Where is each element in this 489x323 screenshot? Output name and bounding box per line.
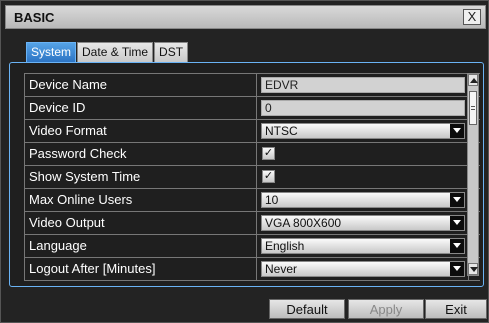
device-id-input[interactable]: 0 <box>261 100 465 116</box>
tab-system[interactable]: System <box>26 42 77 62</box>
logout-after-select[interactable]: Never <box>261 261 465 277</box>
chevron-down-icon[interactable] <box>450 193 464 207</box>
video-format-value: NTSC <box>265 124 298 138</box>
arrow-down-icon[interactable] <box>468 263 478 275</box>
row-video-format: Video Format NTSC <box>25 120 480 143</box>
chevron-down-icon[interactable] <box>450 262 464 276</box>
device-name-label: Device Name <box>25 74 257 96</box>
video-output-value: VGA 800X600 <box>265 216 342 230</box>
max-online-users-value: 10 <box>265 193 279 207</box>
settings-panel: Device Name EDVR Device ID 0 Video Forma… <box>9 62 484 287</box>
language-value: English <box>265 239 305 253</box>
arrow-up-icon[interactable] <box>468 74 478 86</box>
chevron-down-icon[interactable] <box>450 239 464 253</box>
max-online-users-label: Max Online Users <box>25 189 257 211</box>
logout-after-label: Logout After [Minutes] <box>25 258 257 280</box>
video-format-label: Video Format <box>25 120 257 142</box>
password-check-checkbox[interactable]: ✓ <box>262 147 275 160</box>
show-system-time-label: Show System Time <box>25 166 257 188</box>
close-button[interactable]: X <box>463 9 481 25</box>
default-button[interactable]: Default <box>269 299 345 319</box>
settings-table: Device Name EDVR Device ID 0 Video Forma… <box>24 73 480 281</box>
tab-date-time[interactable]: Date & Time <box>77 42 154 62</box>
title-bar: BASIC X <box>5 5 486 29</box>
close-icon: X <box>467 9 477 24</box>
window-title: BASIC <box>14 10 55 25</box>
device-id-label: Device ID <box>25 97 257 119</box>
scroll-thumb[interactable] <box>469 91 477 125</box>
row-logout-after: Logout After [Minutes] Never <box>25 258 480 281</box>
logout-after-value: Never <box>265 262 298 276</box>
chevron-down-icon[interactable] <box>450 124 464 138</box>
row-device-name: Device Name EDVR <box>25 74 480 97</box>
row-language: Language English <box>25 235 480 258</box>
row-device-id: Device ID 0 <box>25 97 480 120</box>
chevron-down-icon[interactable] <box>450 216 464 230</box>
device-name-input[interactable]: EDVR <box>261 77 465 93</box>
language-select[interactable]: English <box>261 238 465 254</box>
video-format-select[interactable]: NTSC <box>261 123 465 139</box>
max-online-users-select[interactable]: 10 <box>261 192 465 208</box>
video-output-select[interactable]: VGA 800X600 <box>261 215 465 231</box>
row-video-output: Video Output VGA 800X600 <box>25 212 480 235</box>
exit-button[interactable]: Exit <box>425 299 487 319</box>
tab-dst[interactable]: DST <box>154 42 189 62</box>
row-show-system-time: Show System Time ✓ <box>25 166 480 189</box>
row-password-check: Password Check ✓ <box>25 143 480 166</box>
password-check-label: Password Check <box>25 143 257 165</box>
apply-button[interactable]: Apply <box>348 299 424 319</box>
show-system-time-checkbox[interactable]: ✓ <box>262 170 275 183</box>
video-output-label: Video Output <box>25 212 257 234</box>
row-max-online-users: Max Online Users 10 <box>25 189 480 212</box>
tab-bar: System Date & Time DST <box>26 42 189 62</box>
language-label: Language <box>25 235 257 257</box>
vertical-scrollbar[interactable] <box>467 73 479 276</box>
basic-settings-window: BASIC X System Date & Time DST Device Na… <box>0 0 489 323</box>
